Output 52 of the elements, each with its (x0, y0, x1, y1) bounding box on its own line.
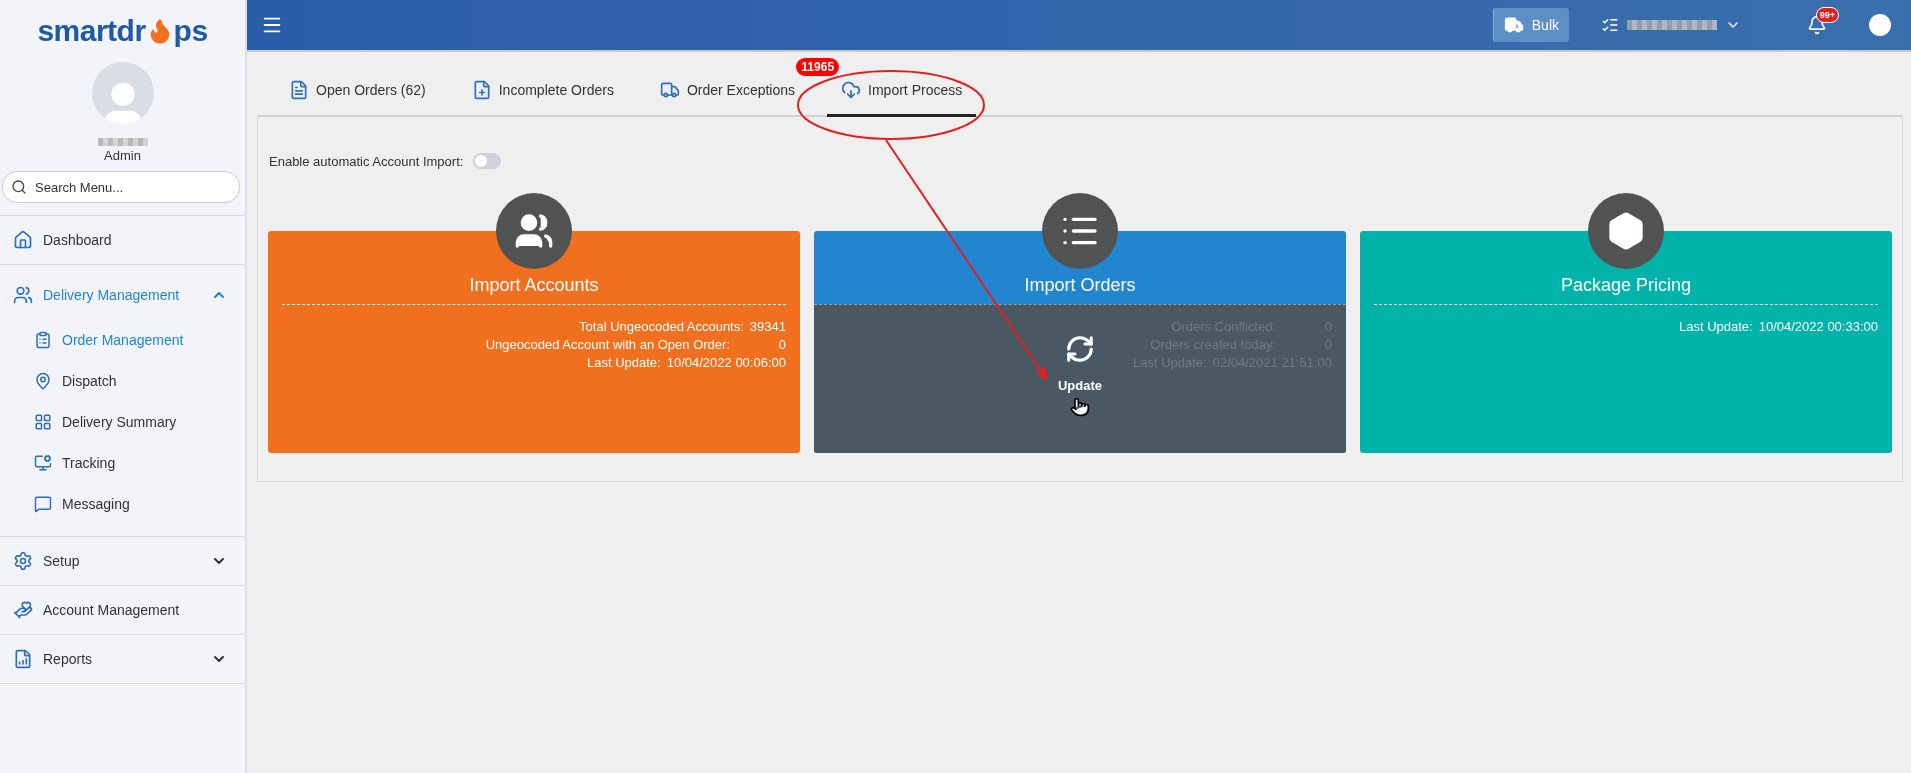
user-role: Admin (103, 148, 142, 163)
menu-icon (13, 600, 33, 620)
notification-badge: 99+ (1815, 7, 1839, 23)
toggle-switch[interactable] (473, 153, 502, 169)
checklist-icon (1601, 16, 1619, 34)
tab-icon (659, 80, 680, 100)
menu-icon (34, 371, 52, 390)
search-field[interactable]: Search Menu... (2, 171, 240, 203)
refresh-icon (1065, 334, 1095, 364)
card-icon (1606, 211, 1646, 251)
stat-text: Ungeocoded Account with an Open Order: 0 (485, 337, 786, 352)
tab-icon (289, 80, 309, 100)
search-icon (11, 179, 27, 195)
sidebar-item[interactable]: Setup (0, 537, 245, 585)
notifications-button[interactable]: 99+ (1807, 7, 1839, 35)
user-avatar[interactable] (1869, 14, 1891, 36)
menu-icon (13, 230, 33, 250)
submenu-item[interactable]: Delivery Summary (0, 401, 245, 442)
menu-icon (34, 330, 52, 349)
card-icon (514, 211, 554, 251)
stat-text: Total Ungeocoded Accounts: 39341 (579, 319, 786, 334)
search-input[interactable]: Search Menu... (33, 178, 231, 196)
sidebar-item[interactable]: Delivery Management (0, 271, 245, 319)
sidebar-item[interactable]: Account Management (0, 586, 245, 634)
menu-icon (34, 412, 52, 431)
card-title: Import Accounts (468, 275, 600, 297)
toggle-label: Enable automatic Account Import: (269, 153, 464, 169)
card-title: Package Pricing (1559, 275, 1693, 297)
submenu-item[interactable]: Messaging (0, 483, 245, 524)
logo-text: ps (173, 14, 208, 48)
count-badge: 11965 (796, 58, 840, 76)
card-title: Import Orders (1023, 275, 1137, 297)
submenu-item[interactable]: Order Management (0, 319, 245, 360)
menu-icon (13, 285, 33, 305)
menu-icon (13, 649, 33, 669)
cursor-icon (1070, 397, 1090, 417)
redacted-user-name (97, 138, 148, 146)
menu-icon (34, 494, 52, 513)
menu-icon (34, 453, 52, 472)
submenu-item[interactable]: Dispatch (0, 360, 245, 401)
menu-icon (13, 551, 33, 571)
sidebar-item[interactable]: Reports (0, 635, 245, 683)
logo-text: smartdr (37, 14, 146, 48)
sidebar-item[interactable]: Dashboard (0, 216, 245, 264)
stat-text: Last Update: 10/04/2022 00:06:00 (587, 355, 786, 370)
tab[interactable]: Incomplete Orders (457, 68, 628, 117)
stat-text: Last Update: 10/04/2022 00:33:00 (1679, 319, 1878, 334)
truck-icon (1503, 15, 1524, 35)
tab[interactable]: Open Orders (62) (275, 68, 440, 117)
submenu-item[interactable]: Tracking (0, 442, 245, 483)
tab-icon (841, 80, 862, 100)
update-button[interactable]: Update (1051, 333, 1109, 418)
